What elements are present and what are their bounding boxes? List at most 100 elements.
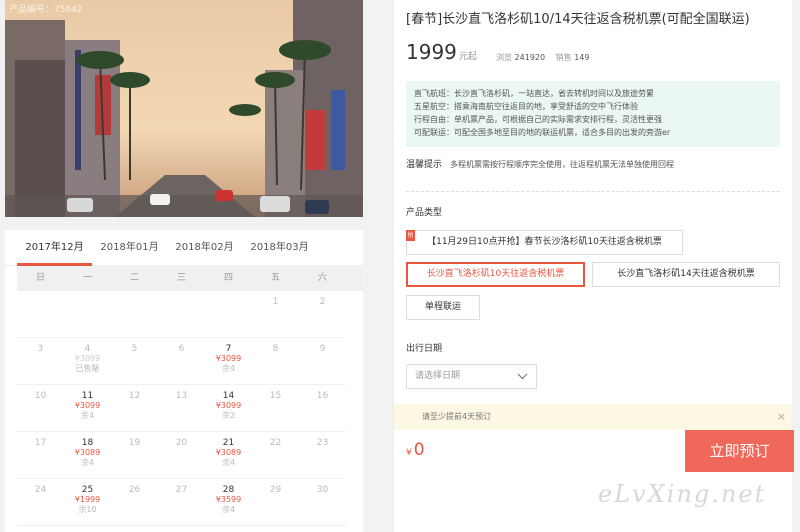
day-number: 27 bbox=[175, 485, 188, 495]
month-tab[interactable]: 2017年12月 bbox=[17, 230, 92, 266]
calendar-day: 16 bbox=[299, 385, 346, 432]
calendar-day: 9 bbox=[299, 338, 346, 385]
calendar-day[interactable]: 14 ¥3099 余2 bbox=[205, 385, 252, 432]
calendar-day[interactable]: 18 ¥3089 余4 bbox=[64, 432, 111, 479]
calendar-day[interactable]: 25 ¥1999 余10 bbox=[64, 479, 111, 526]
month-tab[interactable]: 2018年03月 bbox=[242, 230, 317, 266]
calendar-day: 26 bbox=[111, 479, 158, 526]
product-title: [春节]长沙直飞洛杉矶10/14天往返含税机票(可配全国联运) bbox=[406, 12, 750, 27]
weekday-label: 日 bbox=[35, 273, 45, 283]
day-number: 19 bbox=[128, 438, 141, 448]
option-10day-button[interactable]: 长沙直飞洛杉矶10天往返含税机票 bbox=[406, 262, 585, 287]
calendar-day bbox=[17, 291, 64, 338]
divider bbox=[406, 191, 780, 192]
weekday-label: 五 bbox=[270, 273, 280, 283]
day-stock: 余4 bbox=[221, 505, 236, 514]
calendar-day[interactable]: 7 ¥3099 余4 bbox=[205, 338, 252, 385]
day-number: 14 bbox=[222, 391, 235, 401]
feature-line: 五星航空：搭乘海南航空往返目的地，享受舒适的空中飞行体验 bbox=[414, 102, 638, 111]
month-tab[interactable]: 2018年02月 bbox=[167, 230, 242, 266]
day-price: ¥3599 bbox=[215, 495, 242, 504]
calendar-day: 17 bbox=[17, 432, 64, 479]
left-column: 产品编号：75642 2017年12月 2018年01月 2018年02月 2018年… bbox=[0, 0, 365, 532]
close-icon[interactable]: × bbox=[777, 404, 786, 430]
sales-label: 销售 bbox=[555, 53, 572, 62]
page: 产品编号：75642 2017年12月 2018年01月 2018年02月 2018年… bbox=[0, 0, 800, 532]
day-number: 2 bbox=[319, 297, 326, 307]
weekday-header: 日一二三四五六 bbox=[17, 266, 363, 291]
calendar-day: 23 bbox=[299, 432, 346, 479]
day-number: 5 bbox=[131, 344, 138, 354]
date-select-placeholder: 请选择日期 bbox=[415, 371, 461, 381]
product-number: 产品编号：75642 bbox=[9, 5, 83, 15]
day-number: 25 bbox=[81, 485, 94, 495]
day-number: 4 bbox=[84, 344, 91, 354]
day-stock: 余4 bbox=[221, 458, 236, 467]
day-number: 8 bbox=[272, 344, 279, 354]
month-tabs: 2017年12月 2018年01月 2018年02月 2018年03月 bbox=[5, 230, 363, 266]
total-price: ¥0 bbox=[406, 440, 425, 460]
feature-line: 行程自由：单机票产品，可根据自己的实际需求安排行程，灵活性更强 bbox=[414, 115, 662, 124]
day-number: 9 bbox=[319, 344, 326, 354]
date-select[interactable]: 请选择日期 bbox=[406, 364, 537, 389]
day-stock: 余4 bbox=[80, 411, 95, 420]
day-number: 22 bbox=[269, 438, 282, 448]
day-number: 17 bbox=[34, 438, 47, 448]
checkout-bar: ¥0 立即预订 bbox=[394, 430, 794, 472]
calendar-day: 24 bbox=[17, 479, 64, 526]
day-number: 13 bbox=[175, 391, 188, 401]
day-number: 28 bbox=[222, 485, 235, 495]
day-number: 7 bbox=[225, 344, 232, 354]
calendar-day[interactable]: 21 ¥3089 余4 bbox=[205, 432, 252, 479]
day-number: 21 bbox=[222, 438, 235, 448]
calendar-day bbox=[111, 291, 158, 338]
calendar-day[interactable]: 11 ¥3099 余4 bbox=[64, 385, 111, 432]
calendar-day: 27 bbox=[158, 479, 205, 526]
calendar-day[interactable]: 28 ¥3599 余4 bbox=[205, 479, 252, 526]
product-type-label: 产品类型 bbox=[406, 208, 443, 218]
calendar-day: 12 bbox=[111, 385, 158, 432]
calendar-day: 4 ¥3099 已售罄 bbox=[64, 338, 111, 385]
day-number: 30 bbox=[316, 485, 329, 495]
day-number: 10 bbox=[34, 391, 47, 401]
calendar-day: 19 bbox=[111, 432, 158, 479]
day-number: 26 bbox=[128, 485, 141, 495]
day-price: ¥3099 bbox=[215, 401, 242, 410]
day-number: 12 bbox=[128, 391, 141, 401]
month-tab[interactable]: 2018年01月 bbox=[92, 230, 167, 266]
day-price: ¥3099 bbox=[215, 354, 242, 363]
option-oneway-button[interactable]: 单程联运 bbox=[406, 295, 480, 320]
day-price: ¥3099 bbox=[74, 354, 101, 363]
weekday-label: 三 bbox=[176, 273, 186, 283]
calendar-day: 3 bbox=[17, 338, 64, 385]
book-now-button[interactable]: 立即预订 bbox=[685, 430, 794, 472]
feature-line: 可配联运：可配全国多地至目的地的联运机票，适合多目的出发的旁游er bbox=[414, 128, 671, 137]
warm-tip: 温馨提示 多程机票需按行程顺序完全使用，往返程机票无法单独使用回程 bbox=[406, 157, 674, 170]
notice-text: 请至少提前4天预订 bbox=[422, 412, 492, 421]
day-number: 23 bbox=[316, 438, 329, 448]
day-stock: 余4 bbox=[221, 364, 236, 373]
price-suffix: 元起 bbox=[458, 52, 477, 62]
weekday-label: 六 bbox=[317, 273, 327, 283]
weekday-label: 二 bbox=[129, 273, 139, 283]
travel-date-label: 出行日期 bbox=[406, 344, 443, 354]
calendar-day: 30 bbox=[299, 479, 346, 526]
calendar-day bbox=[158, 291, 205, 338]
calendar-day: 6 bbox=[158, 338, 205, 385]
views-count: 241920 bbox=[514, 53, 546, 62]
day-number: 1 bbox=[272, 297, 279, 307]
tip-text: 多程机票需按行程顺序完全使用，往返程机票无法单独使用回程 bbox=[450, 160, 675, 169]
sales-count: 149 bbox=[574, 53, 590, 62]
option-14day-button[interactable]: 长沙直飞洛杉矶14天往返含税机票 bbox=[592, 262, 780, 287]
feature-box: 直飞航班：长沙直飞洛杉矶，一站直达，省去转机时间以及旅途劳累 五星航空：搭乘海南… bbox=[406, 81, 780, 147]
calendar-day: 20 bbox=[158, 432, 205, 479]
day-stock: 余2 bbox=[221, 411, 236, 420]
calendar-day: 10 bbox=[17, 385, 64, 432]
day-number: 24 bbox=[34, 485, 47, 495]
calendar-day: 2 bbox=[299, 291, 346, 338]
day-price: ¥3099 bbox=[74, 401, 101, 410]
weekday-label: 四 bbox=[223, 273, 233, 283]
promo-option-button[interactable]: 抢 【11月29日10点开抢】春节长沙洛杉矶10天往返含税机票 bbox=[406, 230, 683, 255]
currency-symbol: ¥ bbox=[406, 448, 412, 458]
calendar-day: 5 bbox=[111, 338, 158, 385]
